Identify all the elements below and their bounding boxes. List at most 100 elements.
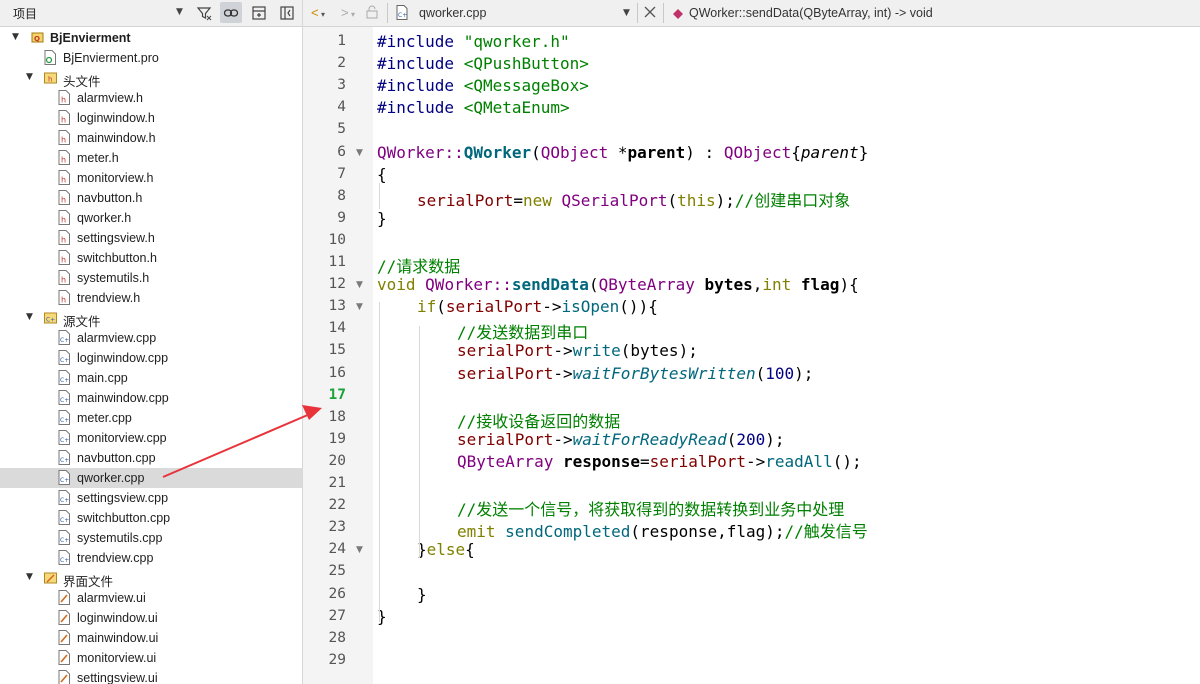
line-number: 3 bbox=[337, 77, 346, 94]
tree-item-label: qworker.h bbox=[77, 211, 132, 225]
tree-file[interactable]: h switchbutton.h bbox=[0, 248, 302, 268]
tree-project-root[interactable]: ▼ Q BjEnvierment bbox=[0, 28, 302, 48]
open-file-selector[interactable]: qworker.cpp bbox=[419, 6, 486, 20]
code-line[interactable]: #include <QMetaEnum> bbox=[377, 98, 570, 117]
link-icon[interactable] bbox=[220, 2, 242, 23]
code-token: //触发信号 bbox=[784, 522, 868, 542]
tree-file[interactable]: C+ navbutton.cpp bbox=[0, 448, 302, 468]
tree-file[interactable]: h mainwindow.h bbox=[0, 128, 302, 148]
tree-folder[interactable]: ▼ h 头文件 bbox=[0, 68, 302, 89]
code-line[interactable]: QByteArray response=serialPort->readAll(… bbox=[457, 452, 862, 471]
code-token: serialPort bbox=[457, 429, 554, 449]
fold-marker-icon[interactable]: ▼ bbox=[356, 148, 363, 158]
code-line[interactable]: } bbox=[377, 209, 387, 228]
tree-file[interactable]: h loginwindow.h bbox=[0, 108, 302, 128]
code-line[interactable]: } bbox=[417, 585, 427, 604]
code-token: "qworker.h" bbox=[463, 32, 570, 51]
fold-marker-icon[interactable]: ▼ bbox=[356, 302, 363, 312]
code-line[interactable]: void QWorker::sendData(QByteArray bytes,… bbox=[377, 275, 859, 294]
code-line[interactable]: #include "qworker.h" bbox=[377, 32, 570, 51]
tree-item-label: meter.h bbox=[77, 151, 119, 165]
tree-file[interactable]: loginwindow.ui bbox=[0, 608, 302, 628]
code-token: serialPort bbox=[445, 297, 543, 317]
code-token: } bbox=[417, 584, 427, 604]
code-line[interactable]: QWorker::QWorker(QObject *parent) : QObj… bbox=[377, 143, 868, 162]
tree-file[interactable]: C+ mainwindow.cpp bbox=[0, 388, 302, 408]
code-line[interactable]: serialPort->write(bytes); bbox=[457, 341, 698, 360]
filter-icon[interactable] bbox=[193, 2, 215, 23]
fold-marker-icon[interactable]: ▼ bbox=[356, 280, 363, 290]
tree-file[interactable]: h settingsview.h bbox=[0, 228, 302, 248]
code-token: //请求数据 bbox=[377, 257, 461, 276]
tree-folder[interactable]: ▼ 界面文件 bbox=[0, 568, 302, 589]
line-number: 14 bbox=[328, 320, 346, 337]
tree-file[interactable]: h qworker.h bbox=[0, 208, 302, 228]
close-sidebar-icon[interactable] bbox=[276, 2, 298, 23]
line-number: 12 bbox=[328, 276, 346, 293]
tree-file[interactable]: C+ loginwindow.cpp bbox=[0, 348, 302, 368]
tree-file[interactable]: h systemutils.h bbox=[0, 268, 302, 288]
code-line[interactable]: serialPort=new QSerialPort(this);//创建串口对… bbox=[417, 187, 850, 211]
tree-file[interactable]: C+ alarmview.cpp bbox=[0, 328, 302, 348]
code-line[interactable]: }else{ bbox=[417, 540, 475, 559]
tree-file[interactable]: C+ monitorview.cpp bbox=[0, 428, 302, 448]
forward-dropdown-icon[interactable]: ▾ bbox=[351, 10, 355, 19]
tree-file[interactable]: C+ systemutils.cpp bbox=[0, 528, 302, 548]
code-line[interactable]: emit sendCompleted(response,flag);//触发信号 bbox=[457, 518, 868, 542]
tree-item-pro-file[interactable]: BjEnvierment.pro bbox=[0, 48, 302, 68]
code-line[interactable]: { bbox=[377, 165, 387, 184]
tree-file[interactable]: C+ meter.cpp bbox=[0, 408, 302, 428]
code-line[interactable]: #include <QMessageBox> bbox=[377, 76, 589, 95]
tree-folder[interactable]: ▼ C+ 源文件 bbox=[0, 308, 302, 329]
expand-arrow-icon[interactable]: ▼ bbox=[12, 32, 22, 44]
split-add-icon[interactable] bbox=[248, 2, 270, 23]
tree-file[interactable]: alarmview.ui bbox=[0, 588, 302, 608]
code-line[interactable]: if(serialPort->isOpen()){ bbox=[417, 297, 658, 316]
editor-toolbar: < ▾ > ▾ C+ qworker.cpp ▼ QWorker::sendDa… bbox=[303, 0, 1200, 27]
fold-marker-icon[interactable]: ▼ bbox=[356, 545, 363, 555]
file-dropdown-icon[interactable]: ▼ bbox=[623, 8, 630, 18]
tree-file[interactable]: mainwindow.ui bbox=[0, 628, 302, 648]
code-line[interactable]: //请求数据 bbox=[377, 253, 460, 277]
code-line[interactable]: serialPort->waitForBytesWritten(100); bbox=[457, 364, 813, 383]
code-line[interactable]: //接收设备返回的数据 bbox=[457, 408, 620, 432]
tree-file[interactable]: settingsview.ui bbox=[0, 668, 302, 684]
back-dropdown-icon[interactable]: ▾ bbox=[321, 10, 325, 19]
expand-arrow-icon[interactable]: ▼ bbox=[26, 312, 36, 324]
tree-file[interactable]: C+ switchbutton.cpp bbox=[0, 508, 302, 528]
svg-text:C+: C+ bbox=[60, 477, 69, 484]
back-icon[interactable]: < bbox=[311, 5, 319, 20]
tree-file[interactable]: C+ qworker.cpp bbox=[0, 468, 302, 488]
tree-file[interactable]: h alarmview.h bbox=[0, 88, 302, 108]
expand-arrow-icon[interactable]: ▼ bbox=[26, 72, 36, 84]
tree-file[interactable]: h navbutton.h bbox=[0, 188, 302, 208]
tree-file[interactable]: C+ main.cpp bbox=[0, 368, 302, 388]
line-number: 19 bbox=[328, 430, 346, 447]
close-icon[interactable] bbox=[643, 5, 657, 22]
tree-file[interactable]: monitorview.ui bbox=[0, 648, 302, 668]
code-token: #include bbox=[377, 98, 455, 118]
code-token: QByteArray bbox=[457, 451, 554, 471]
tree-file[interactable]: h meter.h bbox=[0, 148, 302, 168]
tree-item-label: alarmview.h bbox=[77, 91, 143, 105]
function-breadcrumb[interactable]: QWorker::sendData(QByteArray, int) -> vo… bbox=[689, 6, 933, 20]
tree-file[interactable]: C+ trendview.cpp bbox=[0, 548, 302, 568]
tree-file[interactable]: C+ settingsview.cpp bbox=[0, 488, 302, 508]
code-token: 200 bbox=[736, 429, 766, 449]
code-token: QSerialPort bbox=[561, 190, 668, 210]
tree-file[interactable]: h monitorview.h bbox=[0, 168, 302, 188]
code-line[interactable]: serialPort->waitForReadyRead(200); bbox=[457, 430, 785, 449]
code-token: { bbox=[465, 540, 475, 560]
expand-arrow-icon[interactable]: ▼ bbox=[26, 572, 36, 584]
code-line[interactable]: #include <QPushButton> bbox=[377, 54, 589, 73]
tree-file[interactable]: h trendview.h bbox=[0, 288, 302, 308]
code-line[interactable]: //发送一个信号，将获取得到的数据转换到业务中处理 bbox=[457, 496, 844, 520]
code-line[interactable]: //发送数据到串口 bbox=[457, 319, 588, 343]
line-number: 4 bbox=[337, 99, 346, 116]
chevron-down-icon[interactable]: ▼ bbox=[176, 7, 183, 17]
line-number: 1 bbox=[337, 33, 346, 49]
tree-item-label: alarmview.ui bbox=[77, 591, 146, 605]
line-number: 17 bbox=[328, 386, 346, 403]
forward-icon[interactable]: > bbox=[341, 5, 349, 20]
